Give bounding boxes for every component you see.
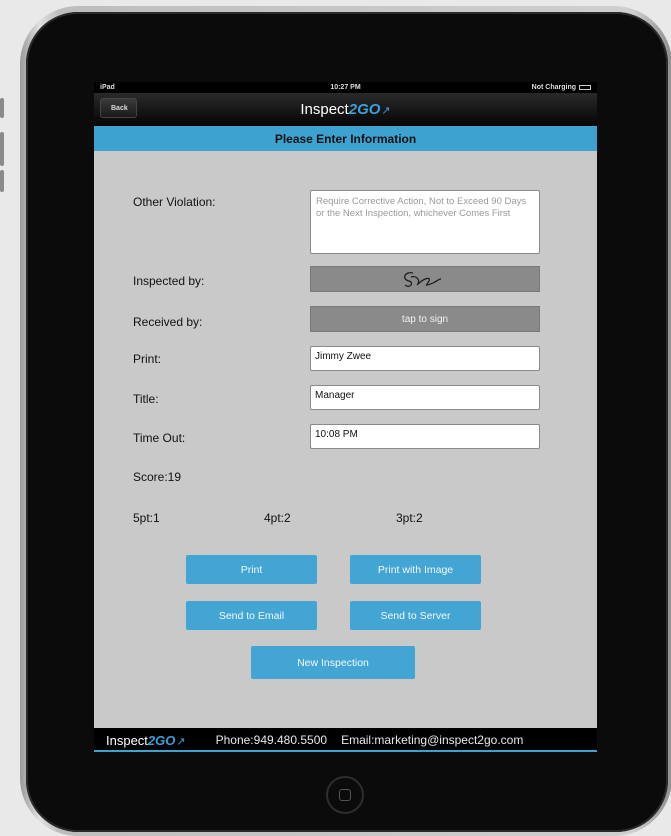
footer-logo: Inspect2GO↗ bbox=[106, 733, 186, 748]
received-by-label: Received by: bbox=[133, 315, 203, 329]
mute-switch bbox=[0, 98, 4, 118]
home-icon bbox=[339, 789, 351, 801]
four-point-count: 4pt:2 bbox=[264, 511, 291, 525]
new-inspection-button[interactable]: New Inspection bbox=[251, 646, 415, 679]
send-to-email-button[interactable]: Send to Email bbox=[186, 601, 317, 630]
status-bar: iPad 10:27 PM Not Charging bbox=[94, 82, 597, 93]
print-label: Print: bbox=[133, 352, 162, 366]
nav-bar: Back Inspect2GO↗ bbox=[94, 93, 597, 126]
inspected-by-signature[interactable] bbox=[310, 266, 540, 292]
print-with-image-button[interactable]: Print with Image bbox=[350, 555, 481, 584]
footer-logo-prefix: Inspect bbox=[106, 732, 148, 748]
app-logo: Inspect2GO↗ bbox=[300, 101, 390, 118]
five-point-count: 5pt:1 bbox=[133, 511, 160, 525]
swoosh-icon: ↗ bbox=[381, 105, 391, 117]
logo-prefix: Inspect bbox=[300, 101, 349, 118]
inspected-by-label: Inspected by: bbox=[133, 274, 205, 288]
three-point-count: 3pt:2 bbox=[396, 511, 423, 525]
send-to-server-button[interactable]: Send to Server bbox=[350, 601, 481, 630]
score-text: Score:19 bbox=[133, 470, 182, 484]
print-name-field[interactable]: Jimmy Zwee bbox=[310, 346, 540, 371]
received-by-sign-button[interactable]: tap to sign bbox=[310, 306, 540, 332]
title-label: Title: bbox=[133, 392, 159, 406]
footer-accent-line bbox=[94, 750, 597, 752]
footer-logo-accent: 2GO bbox=[147, 732, 176, 748]
volume-up-button bbox=[0, 132, 4, 166]
other-violation-label: Other Violation: bbox=[133, 195, 216, 209]
print-button[interactable]: Print bbox=[186, 555, 317, 584]
other-violation-field[interactable]: Require Corrective Action, Not to Exceed… bbox=[310, 190, 540, 254]
page-title: Please Enter Information bbox=[94, 126, 597, 151]
app-screen: iPad 10:27 PM Not Charging Back Inspect2… bbox=[94, 82, 597, 752]
footer-email: Email:marketing@inspect2go.com bbox=[341, 733, 524, 747]
logo-accent: 2GO bbox=[348, 101, 381, 118]
signature-image bbox=[404, 272, 442, 287]
home-button[interactable] bbox=[326, 776, 364, 814]
title-field[interactable]: Manager bbox=[310, 385, 540, 410]
status-time: 10:27 PM bbox=[330, 84, 361, 91]
time-out-label: Time Out: bbox=[133, 431, 186, 445]
time-out-field[interactable]: 10:08 PM bbox=[310, 424, 540, 449]
footer: Inspect2GO↗ Phone:949.480.5500 Email:mar… bbox=[94, 728, 597, 752]
footer-swoosh-icon: ↗ bbox=[176, 735, 186, 748]
footer-phone: Phone:949.480.5500 bbox=[215, 733, 328, 747]
back-button[interactable]: Back bbox=[100, 98, 137, 118]
volume-down-button bbox=[0, 170, 4, 192]
